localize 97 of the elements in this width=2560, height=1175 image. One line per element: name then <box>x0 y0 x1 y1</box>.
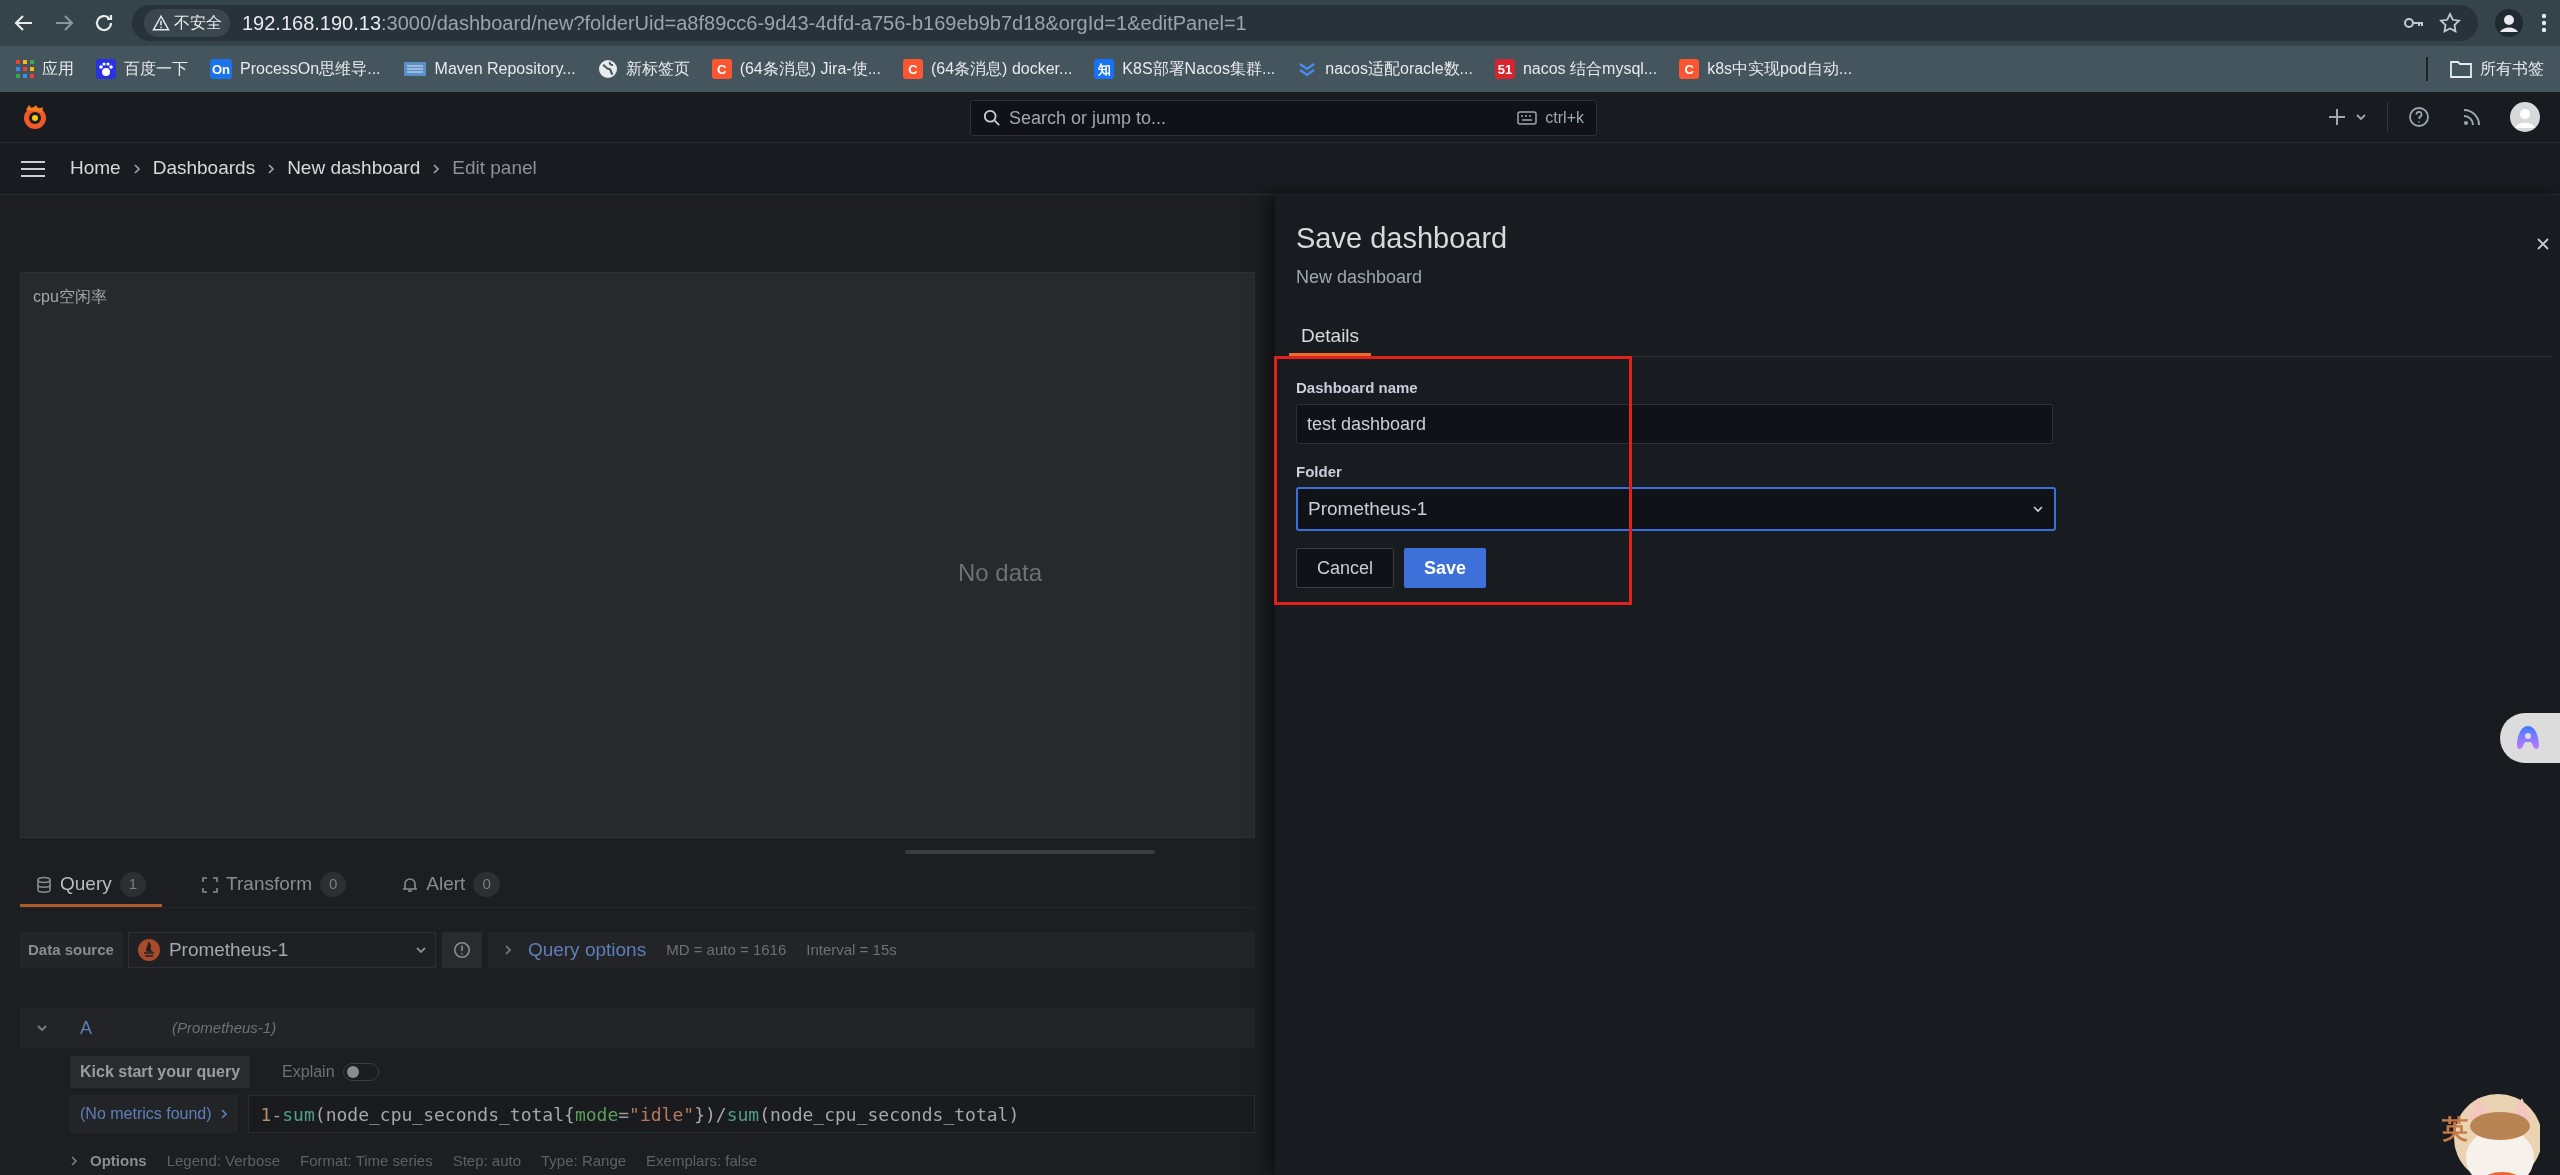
option-summary: Exemplars: false <box>646 1150 757 1171</box>
bookmark[interactable]: 应用 <box>16 57 74 81</box>
query-tab[interactable]: Transform 0 <box>186 865 363 907</box>
empty-state-text: No data <box>957 558 1042 588</box>
options-toggle[interactable]: Options <box>70 1149 147 1173</box>
chevron-down-icon[interactable] <box>36 1024 48 1032</box>
query-tab[interactable]: Query 1 <box>20 865 163 907</box>
bookmark[interactable]: C (64条消息) docker... <box>903 57 1073 81</box>
field-label: Folder <box>1296 463 1342 481</box>
help-button[interactable] <box>441 932 482 968</box>
bookmark[interactable]: C (64条消息) Jira-使... <box>711 57 881 81</box>
dashboard-name-field[interactable]: test dashboard <box>1296 404 2053 444</box>
bell-icon <box>402 876 419 893</box>
kick-start-button[interactable]: Kick start your query <box>70 1056 251 1088</box>
chevron-right-icon <box>70 1155 78 1167</box>
profile-icon[interactable] <box>2494 8 2524 38</box>
count-badge: 0 <box>473 872 500 897</box>
more-icon[interactable] <box>2540 11 2548 35</box>
prometheus-icon <box>136 938 161 962</box>
keyboard-icon <box>1517 111 1538 125</box>
star-icon[interactable] <box>2438 11 2462 35</box>
chevron-right-icon <box>219 1108 228 1120</box>
count-badge: 0 <box>319 872 347 897</box>
panel-title: cpu空闲率 <box>32 287 108 307</box>
chevron-down-icon <box>414 946 427 954</box>
bookmark-badge: C <box>1679 59 1700 79</box>
bookmark-badge: 知 <box>1094 59 1115 79</box>
option-summary: Format: Time series <box>300 1150 433 1171</box>
breadcrumb-link[interactable]: Home <box>70 154 121 183</box>
close-icon[interactable] <box>2536 237 2550 251</box>
warning-icon <box>152 14 170 32</box>
database-icon <box>36 875 52 894</box>
count-badge: 1 <box>119 872 147 897</box>
bookmark-badge: C <box>711 59 732 79</box>
url-text: 192.168.190.13:3000/dashboard/new?folderUid=a8f89cc6-9d43-4dfd-a756-b169eb9b7d18&orgId=1&editPanel=1 <box>242 11 1247 36</box>
chevron-right-icon <box>432 162 441 175</box>
bookmark[interactable]: 知 K8S部署Nacos集群... <box>1094 57 1276 81</box>
option-summary: Step: auto <box>452 1150 522 1171</box>
field-label: Dashboard name <box>1296 379 1418 397</box>
bookmark[interactable]: 新标签页 <box>597 57 690 81</box>
query-info: Interval = 15s <box>806 939 897 960</box>
breadcrumb-link[interactable]: New dashboard <box>287 154 421 183</box>
bookmark-badge: C <box>903 59 923 79</box>
option-summary: Type: Range <box>541 1150 627 1171</box>
transform-icon <box>202 876 219 893</box>
folder-icon <box>2450 60 2472 78</box>
search-bar[interactable]: Search or jump to... ctrl+k <box>970 100 1597 136</box>
drawer-title: Save dashboard <box>1296 221 1508 256</box>
bookmark-badge: 51 <box>1494 59 1515 79</box>
all-bookmarks-button[interactable]: 所有书签 <box>2450 57 2544 81</box>
bookmark[interactable]: 51 nacos 结合mysql... <box>1494 57 1658 81</box>
chevron-down-icon[interactable] <box>2355 113 2367 121</box>
maven-icon <box>402 60 427 78</box>
user-avatar-icon[interactable] <box>2510 102 2540 132</box>
bookmark-badge: On <box>210 59 233 79</box>
bookmark[interactable]: Maven Repository... <box>402 57 576 81</box>
query-options-toggle[interactable]: Query options <box>503 935 647 965</box>
search-input[interactable]: Search or jump to... <box>1009 104 1510 132</box>
bookmark[interactable]: nacos适配oracle数... <box>1297 57 1473 81</box>
ime-indicator[interactable]: 英 <box>2442 1116 2468 1142</box>
cancel-button[interactable]: Cancel <box>1296 548 1395 588</box>
metrics-browser-button[interactable]: (No metrics found) <box>70 1095 238 1133</box>
bookmark[interactable]: C k8s中实现pod自动... <box>1679 57 1853 81</box>
explain-toggle[interactable] <box>342 1063 379 1081</box>
chevron-right-icon <box>503 944 512 956</box>
search-icon <box>983 109 1001 127</box>
globe-icon <box>597 59 618 79</box>
shortcut-hint: ctrl+k <box>1545 108 1584 128</box>
field-label: Data source <box>20 932 122 968</box>
save-button[interactable]: Save <box>1404 548 1487 588</box>
menu-icon[interactable] <box>20 158 46 179</box>
query-info: MD = auto = 1616 <box>666 939 787 960</box>
apps-icon <box>16 60 34 78</box>
assistant-icon <box>2514 724 2542 752</box>
plus-icon[interactable] <box>2327 107 2347 127</box>
drawer-tab[interactable]: Details <box>1289 320 1372 356</box>
chevron-down-icon <box>2032 505 2044 513</box>
query-editor[interactable]: 1-sum(node_cpu_seconds_total{mode="idle"})/sum(node_cpu_seconds_total) <box>247 1095 1255 1133</box>
query-tab[interactable]: Alert 0 <box>386 865 516 907</box>
security-chip[interactable]: 不安全 <box>144 9 230 37</box>
query-source: (Prometheus-1) <box>172 1017 277 1038</box>
chevron-right-icon <box>132 162 141 175</box>
folder-select[interactable]: Prometheus-1 <box>1296 487 2056 531</box>
datasource-select[interactable]: Prometheus-1 <box>127 932 436 968</box>
bookmark[interactable]: 百度一下 <box>96 57 188 81</box>
assistant-widget[interactable] <box>2500 713 2560 763</box>
address-bar[interactable]: 不安全 192.168.190.13:3000/dashboard/new?folderUid=a8f89cc6-9d43-4dfd-a756-b169eb9b7d18&orgId=1&editPanel=1 <box>132 5 2478 41</box>
bookmark[interactable]: On ProcessOn思维导... <box>210 57 381 81</box>
rss-icon[interactable] <box>2462 107 2482 127</box>
query-ref: A <box>80 1016 93 1040</box>
paw-icon <box>96 59 116 79</box>
toggle-label: Explain <box>282 1062 335 1082</box>
security-label: 不安全 <box>174 13 222 33</box>
chevron-right-icon <box>267 162 276 175</box>
drawer-subtitle: New dashboard <box>1296 266 1423 289</box>
breadcrumb-link[interactable]: Dashboards <box>152 154 256 183</box>
option-summary: Legend: Verbose <box>166 1150 281 1171</box>
